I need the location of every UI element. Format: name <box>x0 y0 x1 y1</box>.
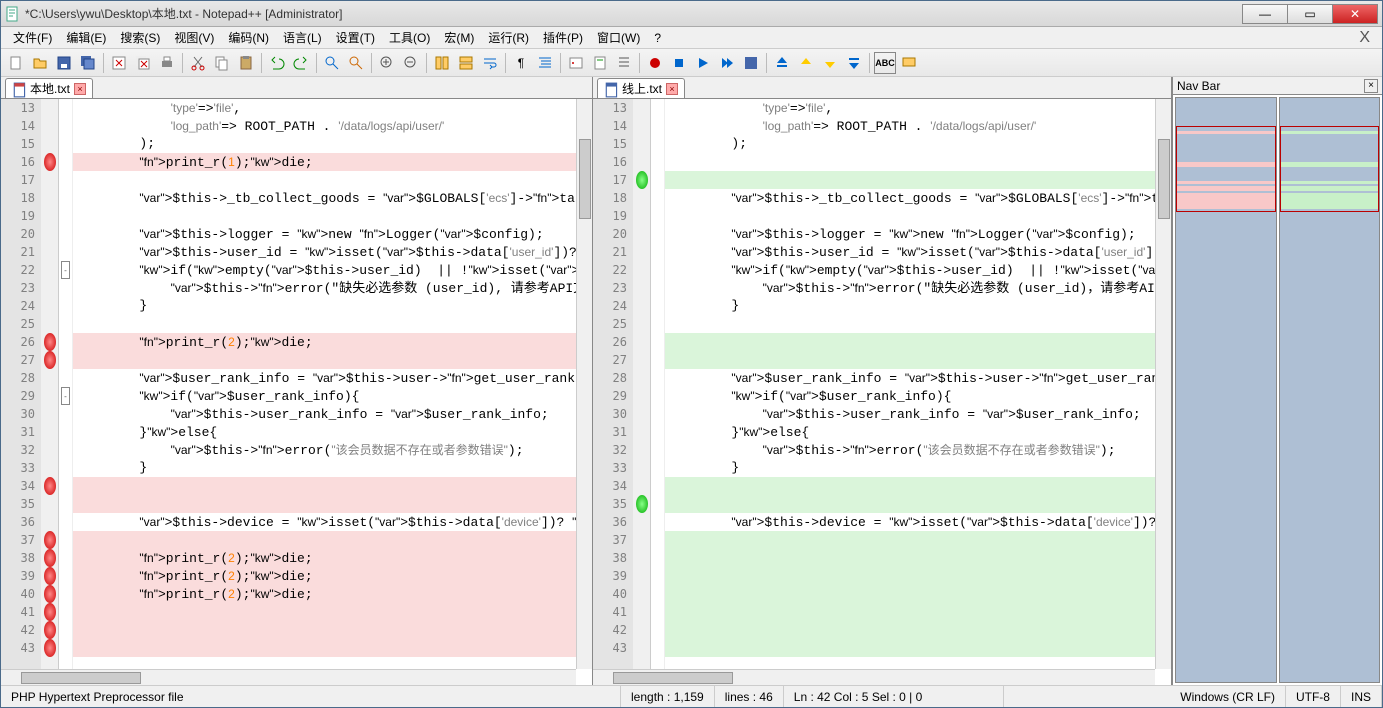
menubar: 文件(F) 编辑(E) 搜索(S) 视图(V) 编码(N) 语言(L) 设置(T… <box>1 27 1382 49</box>
diff-markers <box>41 99 59 669</box>
close-all-icon[interactable] <box>132 52 154 74</box>
tab-close-icon[interactable]: × <box>666 83 678 95</box>
menu-macro[interactable]: 宏(M) <box>438 27 480 48</box>
notepad-plus-plus-window: *C:\Users\ywu\Desktop\本地.txt - Notepad++… <box>0 0 1383 708</box>
diff-markers <box>633 99 651 669</box>
menu-settings[interactable]: 设置(T) <box>330 27 381 48</box>
status-length: length : 1,159 <box>621 686 715 707</box>
sync-v-icon[interactable] <box>431 52 453 74</box>
navbar-title: Nav Bar × <box>1173 77 1382 95</box>
menubar-close-icon[interactable]: X <box>1353 27 1376 49</box>
spellcheck-icon[interactable]: ABC <box>874 52 896 74</box>
horizontal-scrollbar[interactable] <box>593 669 1155 685</box>
right-tabs: 线上.txt × <box>593 77 1171 99</box>
save-macro-icon[interactable] <box>740 52 762 74</box>
open-file-icon[interactable] <box>29 52 51 74</box>
tab-label: 本地.txt <box>30 80 70 97</box>
compare-prev-icon[interactable] <box>795 52 817 74</box>
sync-h-icon[interactable] <box>455 52 477 74</box>
minimize-button[interactable]: — <box>1242 4 1288 24</box>
navbar-label: Nav Bar <box>1177 79 1220 93</box>
wrap-icon[interactable] <box>479 52 501 74</box>
status-eol[interactable]: Windows (CR LF) <box>1170 686 1286 707</box>
fold-column[interactable] <box>651 99 665 669</box>
status-mode[interactable]: INS <box>1341 686 1382 707</box>
save-all-icon[interactable] <box>77 52 99 74</box>
zoom-out-icon[interactable] <box>400 52 422 74</box>
menu-plugins[interactable]: 插件(P) <box>537 27 589 48</box>
code-area[interactable]: 'type'=>'file', 'log_path'=> ROOT_PATH .… <box>665 99 1171 669</box>
tab-right-file[interactable]: 线上.txt × <box>597 78 685 98</box>
titlebar[interactable]: *C:\Users\ywu\Desktop\本地.txt - Notepad++… <box>1 1 1382 27</box>
app-icon <box>5 6 21 22</box>
menu-window[interactable]: 窗口(W) <box>591 27 646 48</box>
statusbar: PHP Hypertext Preprocessor file length :… <box>1 685 1382 707</box>
indent-guide-icon[interactable] <box>534 52 556 74</box>
horizontal-scrollbar[interactable] <box>1 669 576 685</box>
paste-icon[interactable] <box>235 52 257 74</box>
navbar-close-icon[interactable]: × <box>1364 79 1378 93</box>
menu-encoding[interactable]: 编码(N) <box>222 27 275 48</box>
play-multi-icon[interactable] <box>716 52 738 74</box>
play-macro-icon[interactable] <box>692 52 714 74</box>
compare-last-icon[interactable] <box>843 52 865 74</box>
fold-column[interactable]: -- <box>59 99 73 669</box>
monitor-icon[interactable] <box>898 52 920 74</box>
left-tabs: 本地.txt × <box>1 77 592 99</box>
left-pane: 本地.txt × 1314151617181920212223242526272… <box>1 77 593 685</box>
redo-icon[interactable] <box>290 52 312 74</box>
line-numbers: 1314151617181920212223242526272829303132… <box>593 99 633 669</box>
zoom-in-icon[interactable] <box>376 52 398 74</box>
right-editor[interactable]: 1314151617181920212223242526272829303132… <box>593 99 1171 685</box>
menu-tools[interactable]: 工具(O) <box>383 27 436 48</box>
navbar-panel: Nav Bar × <box>1172 77 1382 685</box>
tab-close-icon[interactable]: × <box>74 83 86 95</box>
menu-language[interactable]: 语言(L) <box>277 27 328 48</box>
vertical-scrollbar[interactable] <box>576 99 592 669</box>
vertical-scrollbar[interactable] <box>1155 99 1171 669</box>
menu-run[interactable]: 运行(R) <box>482 27 535 48</box>
new-file-icon[interactable] <box>5 52 27 74</box>
window-title: *C:\Users\ywu\Desktop\本地.txt - Notepad++… <box>25 5 1243 22</box>
menu-search[interactable]: 搜索(S) <box>114 27 166 48</box>
stop-macro-icon[interactable] <box>668 52 690 74</box>
undo-icon[interactable] <box>266 52 288 74</box>
copy-icon[interactable] <box>211 52 233 74</box>
record-macro-icon[interactable] <box>644 52 666 74</box>
status-lines: lines : 46 <box>715 686 784 707</box>
menu-help[interactable]: ? <box>648 29 667 47</box>
find-icon[interactable] <box>321 52 343 74</box>
file-icon <box>12 82 26 96</box>
menu-file[interactable]: 文件(F) <box>7 27 58 48</box>
status-filetype: PHP Hypertext Preprocessor file <box>1 686 621 707</box>
maximize-button[interactable]: ▭ <box>1287 4 1333 24</box>
doc-map-icon[interactable] <box>589 52 611 74</box>
show-all-chars-icon[interactable]: ¶ <box>510 52 532 74</box>
replace-icon[interactable] <box>345 52 367 74</box>
code-area[interactable]: 'type'=>'file', 'log_path'=> ROOT_PATH .… <box>73 99 592 669</box>
print-icon[interactable] <box>156 52 178 74</box>
tab-left-file[interactable]: 本地.txt × <box>5 78 93 98</box>
status-encoding[interactable]: UTF-8 <box>1286 686 1341 707</box>
close-button[interactable]: ✕ <box>1332 4 1378 24</box>
close-file-icon[interactable] <box>108 52 130 74</box>
save-icon[interactable] <box>53 52 75 74</box>
file-icon <box>604 82 618 96</box>
function-list-icon[interactable] <box>613 52 635 74</box>
toolbar: ¶ ABC <box>1 49 1382 77</box>
tab-label: 线上.txt <box>622 80 662 97</box>
navmap-right[interactable] <box>1279 97 1381 683</box>
left-editor[interactable]: 1314151617181920212223242526272829303132… <box>1 99 592 685</box>
compare-next-icon[interactable] <box>819 52 841 74</box>
cut-icon[interactable] <box>187 52 209 74</box>
menu-edit[interactable]: 编辑(E) <box>60 27 112 48</box>
compare-first-icon[interactable] <box>771 52 793 74</box>
status-position: Ln : 42 Col : 5 Sel : 0 | 0 <box>784 686 1004 707</box>
workspace: 本地.txt × 1314151617181920212223242526272… <box>1 77 1382 685</box>
line-numbers: 1314151617181920212223242526272829303132… <box>1 99 41 669</box>
folder-as-workspace-icon[interactable] <box>565 52 587 74</box>
menu-view[interactable]: 视图(V) <box>168 27 220 48</box>
right-pane: 线上.txt × 1314151617181920212223242526272… <box>593 77 1172 685</box>
navmap-left[interactable] <box>1175 97 1277 683</box>
